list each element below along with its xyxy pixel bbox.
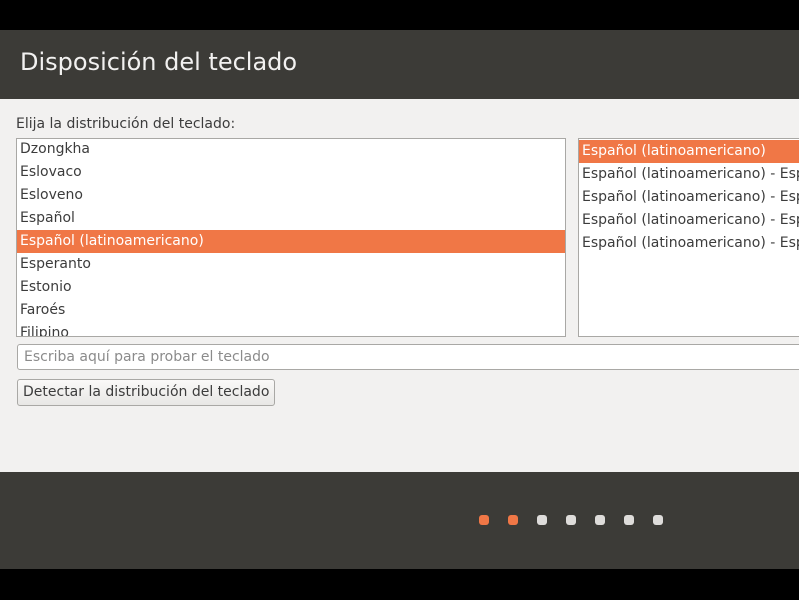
header-bar: Disposición del teclado	[0, 30, 799, 99]
progress-dot	[479, 515, 489, 525]
layout-list-item[interactable]: Estonio	[17, 276, 565, 299]
keyboard-variant-list[interactable]: Español (latinoamericano) Español (latino…	[578, 138, 799, 337]
layout-list-item[interactable]: Español	[17, 207, 565, 230]
progress-dot	[508, 515, 518, 525]
layout-list-item[interactable]: Faroés	[17, 299, 565, 322]
footer-bar	[0, 472, 799, 569]
layout-list-item[interactable]: Filipino	[17, 322, 565, 336]
progress-dot	[624, 515, 634, 525]
keyboard-test-input[interactable]	[17, 344, 799, 370]
variant-list-item[interactable]: Español (latinoamericano) - Espa	[579, 232, 799, 255]
variant-list-item[interactable]: Español (latinoamericano) - Espa	[579, 186, 799, 209]
variant-list-item[interactable]: Español (latinoamericano) - Espa	[579, 209, 799, 232]
layout-list-item[interactable]: Español (latinoamericano)	[17, 230, 565, 253]
detect-layout-button[interactable]: Detectar la distribución del teclado	[17, 379, 276, 406]
layout-prompt-label: Elija la distribución del teclado:	[16, 116, 236, 132]
progress-dot	[537, 515, 547, 525]
layout-list-item[interactable]: Dzongkha	[17, 139, 565, 161]
variant-list-item[interactable]: Español (latinoamericano)	[579, 140, 799, 163]
keyboard-layout-list[interactable]: Dzongkha Eslovaco Esloveno Español Español (…	[16, 138, 566, 337]
main-content: Elija la distribución del teclado: Dzong…	[0, 99, 799, 472]
progress-dot	[653, 515, 663, 525]
layout-list-item[interactable]: Eslovaco	[17, 161, 565, 184]
layout-list-item[interactable]: Esperanto	[17, 253, 565, 276]
variant-list-item[interactable]: Español (latinoamericano) - Espa	[579, 163, 799, 186]
page-title: Disposición del teclado	[20, 48, 298, 76]
progress-dot	[595, 515, 605, 525]
layout-list-item[interactable]: Esloveno	[17, 184, 565, 207]
progress-dot	[566, 515, 576, 525]
